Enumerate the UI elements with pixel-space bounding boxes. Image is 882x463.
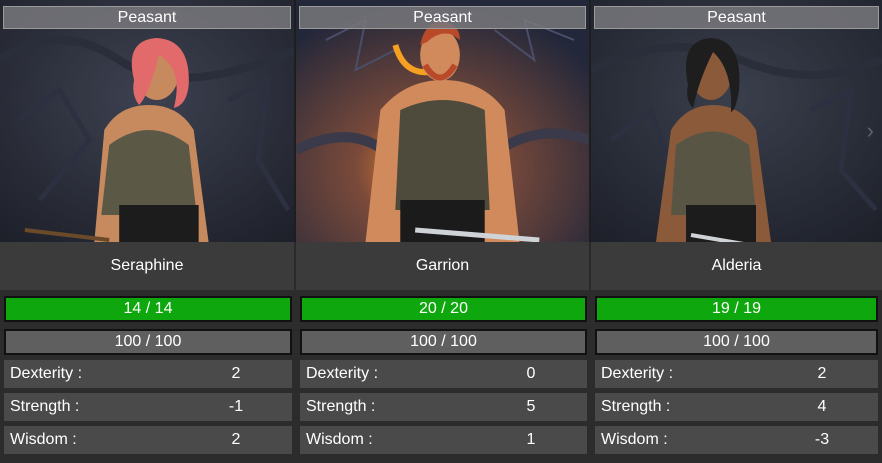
character-name[interactable]: Alderia bbox=[591, 242, 882, 290]
class-label: Peasant bbox=[299, 6, 586, 29]
chevron-right-icon[interactable]: › bbox=[867, 118, 874, 144]
stat-value: 0 bbox=[526, 365, 536, 382]
portrait-image bbox=[0, 0, 294, 242]
stat-label: Dexterity : bbox=[306, 365, 379, 382]
character-name[interactable]: Seraphine bbox=[0, 242, 296, 290]
stat-wisdom: Wisdom : 2 bbox=[4, 426, 292, 454]
stat-wisdom: Wisdom : -3 bbox=[595, 426, 878, 454]
stat-value: 2 bbox=[231, 431, 241, 448]
portrait-seraphine[interactable]: Peasant bbox=[0, 0, 296, 242]
stat-value: 2 bbox=[817, 365, 827, 382]
stat-value: 1 bbox=[526, 431, 536, 448]
stats-panel-seraphine: 14 / 14 100 / 100 Dexterity : 2 Strength… bbox=[0, 290, 296, 463]
mana-value: 100 / 100 bbox=[410, 333, 477, 350]
stat-value: -1 bbox=[228, 398, 244, 415]
portrait-image bbox=[591, 0, 882, 242]
stat-wisdom: Wisdom : 1 bbox=[300, 426, 587, 454]
stat-strength: Strength : 5 bbox=[300, 393, 587, 421]
stat-dexterity: Dexterity : 2 bbox=[595, 360, 878, 388]
stat-label: Wisdom : bbox=[601, 431, 668, 448]
stat-dexterity: Dexterity : 2 bbox=[4, 360, 292, 388]
mana-bar: 100 / 100 bbox=[595, 329, 878, 355]
stat-value: -3 bbox=[814, 431, 830, 448]
stat-dexterity: Dexterity : 0 bbox=[300, 360, 587, 388]
health-bar: 14 / 14 bbox=[4, 296, 292, 322]
class-label: Peasant bbox=[3, 6, 291, 29]
portrait-garrion[interactable]: Peasant bbox=[296, 0, 591, 242]
stats-panel-alderia: 19 / 19 100 / 100 Dexterity : 2 Strength… bbox=[591, 290, 882, 463]
health-value: 19 / 19 bbox=[712, 300, 761, 317]
health-bar: 19 / 19 bbox=[595, 296, 878, 322]
stat-strength: Strength : -1 bbox=[4, 393, 292, 421]
character-name[interactable]: Garrion bbox=[296, 242, 591, 290]
stat-value: 2 bbox=[231, 365, 241, 382]
stat-label: Wisdom : bbox=[306, 431, 373, 448]
stat-label: Strength : bbox=[601, 398, 671, 415]
portrait-image bbox=[296, 0, 589, 242]
stat-value: 5 bbox=[526, 398, 536, 415]
health-value: 20 / 20 bbox=[419, 300, 468, 317]
stats-panel-garrion: 20 / 20 100 / 100 Dexterity : 0 Strength… bbox=[296, 290, 591, 463]
health-value: 14 / 14 bbox=[123, 300, 173, 317]
mana-bar: 100 / 100 bbox=[4, 329, 292, 355]
stat-label: Dexterity : bbox=[10, 365, 83, 382]
stats-row: 14 / 14 100 / 100 Dexterity : 2 Strength… bbox=[0, 290, 882, 463]
stat-label: Wisdom : bbox=[10, 431, 77, 448]
stat-strength: Strength : 4 bbox=[595, 393, 878, 421]
mana-value: 100 / 100 bbox=[703, 333, 770, 350]
portrait-row: Peasant Peasant Peasant › bbox=[0, 0, 882, 242]
mana-value: 100 / 100 bbox=[114, 333, 182, 350]
stat-label: Strength : bbox=[10, 398, 80, 415]
class-label: Peasant bbox=[594, 6, 879, 29]
health-bar: 20 / 20 bbox=[300, 296, 587, 322]
stat-label: Strength : bbox=[306, 398, 376, 415]
name-row: Seraphine Garrion Alderia bbox=[0, 242, 882, 290]
stat-label: Dexterity : bbox=[601, 365, 674, 382]
portrait-alderia[interactable]: Peasant › bbox=[591, 0, 882, 242]
stat-value: 4 bbox=[817, 398, 827, 415]
mana-bar: 100 / 100 bbox=[300, 329, 587, 355]
